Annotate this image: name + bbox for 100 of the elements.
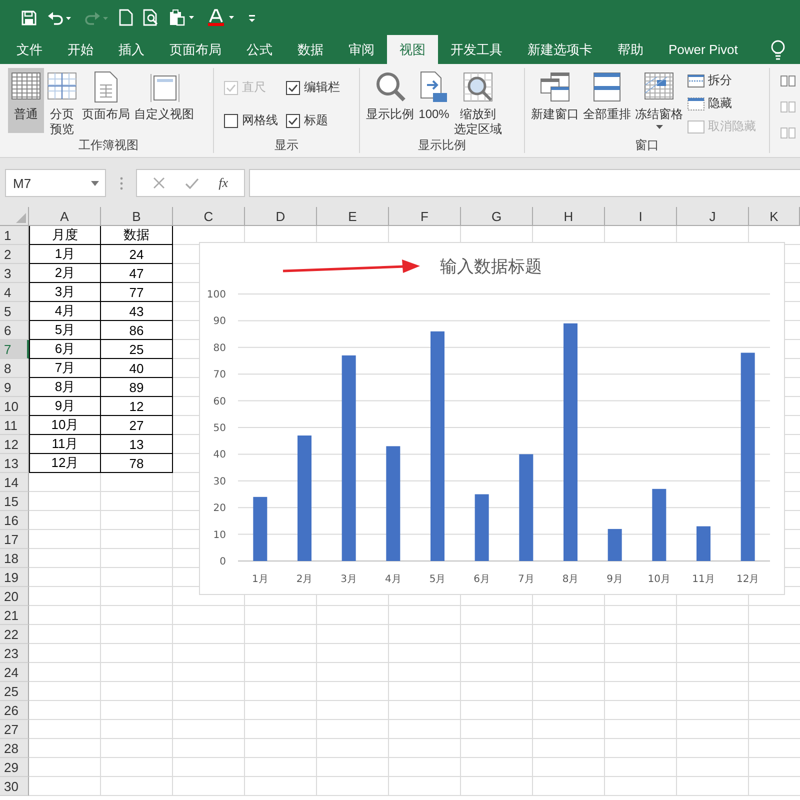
row-header[interactable]: 16 — [0, 511, 29, 530]
paste-icon[interactable] — [169, 9, 197, 26]
new-page-icon[interactable] — [119, 9, 133, 26]
ribbon-tab[interactable]: 文件 — [4, 35, 55, 64]
ribbon-tab[interactable]: 公式 — [234, 35, 285, 64]
check-icon[interactable] — [184, 178, 199, 188]
save-icon[interactable] — [21, 10, 37, 26]
name-box[interactable]: M7 — [5, 169, 106, 197]
grip-icon — [120, 177, 123, 190]
table-cell: 11月 — [29, 435, 101, 454]
ribbon-button[interactable]: 全部重排 — [581, 68, 633, 133]
row-header[interactable]: 28 — [0, 739, 29, 758]
row-header[interactable]: 18 — [0, 549, 29, 568]
print-preview-icon[interactable] — [143, 9, 159, 26]
table-cell: 12月 — [29, 454, 101, 473]
ribbon-tab[interactable]: 数据 — [285, 35, 336, 64]
ribbon-tab[interactable]: 开发工具 — [438, 35, 515, 64]
column-header[interactable]: I — [605, 207, 677, 226]
y-tick-label: 90 — [213, 316, 226, 328]
table-cell: 86 — [101, 321, 173, 340]
zoom-icon — [374, 71, 406, 103]
side-by-side-icon[interactable] — [780, 100, 796, 114]
ribbon-button[interactable]: 冻结窗格 — [633, 68, 685, 133]
row-header[interactable]: 21 — [0, 606, 29, 625]
column-header[interactable]: C — [173, 207, 245, 226]
ribbon-tab[interactable]: Power Pivot — [656, 35, 750, 64]
checkbox[interactable]: 网格线 — [224, 112, 286, 129]
column-header[interactable]: E — [317, 207, 389, 226]
document-arrow-icon — [418, 71, 450, 103]
row-header[interactable]: 22 — [0, 625, 29, 644]
ribbon-tab[interactable]: 开始 — [55, 35, 106, 64]
row-header[interactable]: 29 — [0, 758, 29, 777]
row-header[interactable]: 26 — [0, 701, 29, 720]
ribbon-tab[interactable]: 帮助 — [605, 35, 656, 64]
ribbon-button[interactable]: 拆分 — [687, 72, 756, 89]
column-header[interactable]: G — [461, 207, 533, 226]
column-header[interactable]: F — [389, 207, 461, 226]
split-icon — [687, 72, 705, 88]
row-header[interactable]: 17 — [0, 530, 29, 549]
ribbon-tab[interactable]: 页面布局 — [157, 35, 234, 64]
ribbon-button[interactable]: 隐藏 — [687, 95, 756, 112]
column-header[interactable]: K — [749, 207, 800, 226]
ribbon-button[interactable]: 普通 — [8, 68, 44, 133]
ribbon-button[interactable]: 自定义视图 — [132, 68, 196, 133]
row-header[interactable]: 11 — [0, 416, 29, 435]
column-header[interactable]: A — [29, 207, 101, 226]
row-header[interactable]: 24 — [0, 663, 29, 682]
table-cell: 13 — [101, 435, 173, 454]
table-cell: 10月 — [29, 416, 101, 435]
table-cell: 6月 — [29, 340, 101, 359]
ribbon-button[interactable]: 100% — [416, 68, 452, 133]
row-header[interactable]: 12 — [0, 435, 29, 454]
checkbox[interactable]: 编辑栏 — [286, 79, 356, 96]
row-header[interactable]: 19 — [0, 568, 29, 587]
row-header[interactable]: 6 — [0, 321, 29, 340]
checkbox[interactable]: 标题 — [286, 112, 356, 129]
ribbon-button[interactable]: 显示比例 — [364, 68, 416, 133]
ribbon-button[interactable]: 缩放到 选定区域 — [452, 68, 504, 133]
formula-input[interactable] — [249, 169, 800, 197]
row-header[interactable]: 20 — [0, 587, 29, 606]
ribbon-tab[interactable]: 视图 — [387, 35, 438, 64]
column-header[interactable]: B — [101, 207, 173, 226]
row-header[interactable]: 15 — [0, 492, 29, 511]
row-header[interactable]: 5 — [0, 302, 29, 321]
side-by-side-icon[interactable] — [780, 74, 796, 88]
font-color-icon[interactable] — [207, 8, 237, 26]
ribbon-tab[interactable]: 插入 — [106, 35, 157, 64]
ribbon-button[interactable]: 新建窗口 — [529, 68, 581, 133]
undo-icon[interactable] — [47, 10, 73, 26]
row-header[interactable]: 4 — [0, 283, 29, 302]
row-header[interactable]: 2 — [0, 245, 29, 264]
table-cell: 9月 — [29, 397, 101, 416]
side-by-side-icon[interactable] — [780, 126, 796, 140]
table-cell: 78 — [101, 454, 173, 473]
row-header[interactable]: 9 — [0, 378, 29, 397]
row-header[interactable]: 1 — [0, 226, 29, 245]
row-header[interactable]: 23 — [0, 644, 29, 663]
insert-function-button[interactable]: fx — [218, 175, 228, 191]
x-tick-label: 3月 — [340, 574, 358, 585]
ribbon-tab[interactable]: 审阅 — [336, 35, 387, 64]
row-header[interactable]: 8 — [0, 359, 29, 378]
row-header[interactable]: 13 — [0, 454, 29, 473]
row-header[interactable]: 14 — [0, 473, 29, 492]
cancel-icon[interactable] — [152, 177, 165, 189]
redo-icon[interactable] — [83, 10, 109, 26]
row-header[interactable]: 27 — [0, 720, 29, 739]
column-header[interactable]: H — [533, 207, 605, 226]
row-header[interactable]: 10 — [0, 397, 29, 416]
column-header[interactable]: D — [245, 207, 317, 226]
ribbon-tab[interactable]: 新建选项卡 — [515, 35, 605, 64]
row-header[interactable]: 25 — [0, 682, 29, 701]
table-cell: 47 — [101, 264, 173, 283]
row-header[interactable]: 3 — [0, 264, 29, 283]
column-header[interactable]: J — [677, 207, 749, 226]
table-cell: 89 — [101, 378, 173, 397]
ribbon-button[interactable]: 页面布局 — [80, 68, 132, 133]
row-header[interactable]: 7 — [0, 340, 29, 359]
ribbon-button[interactable]: 分页 预览 — [44, 68, 80, 133]
chart-title[interactable]: 输入数据标题 — [440, 257, 542, 277]
row-header[interactable]: 30 — [0, 777, 29, 796]
